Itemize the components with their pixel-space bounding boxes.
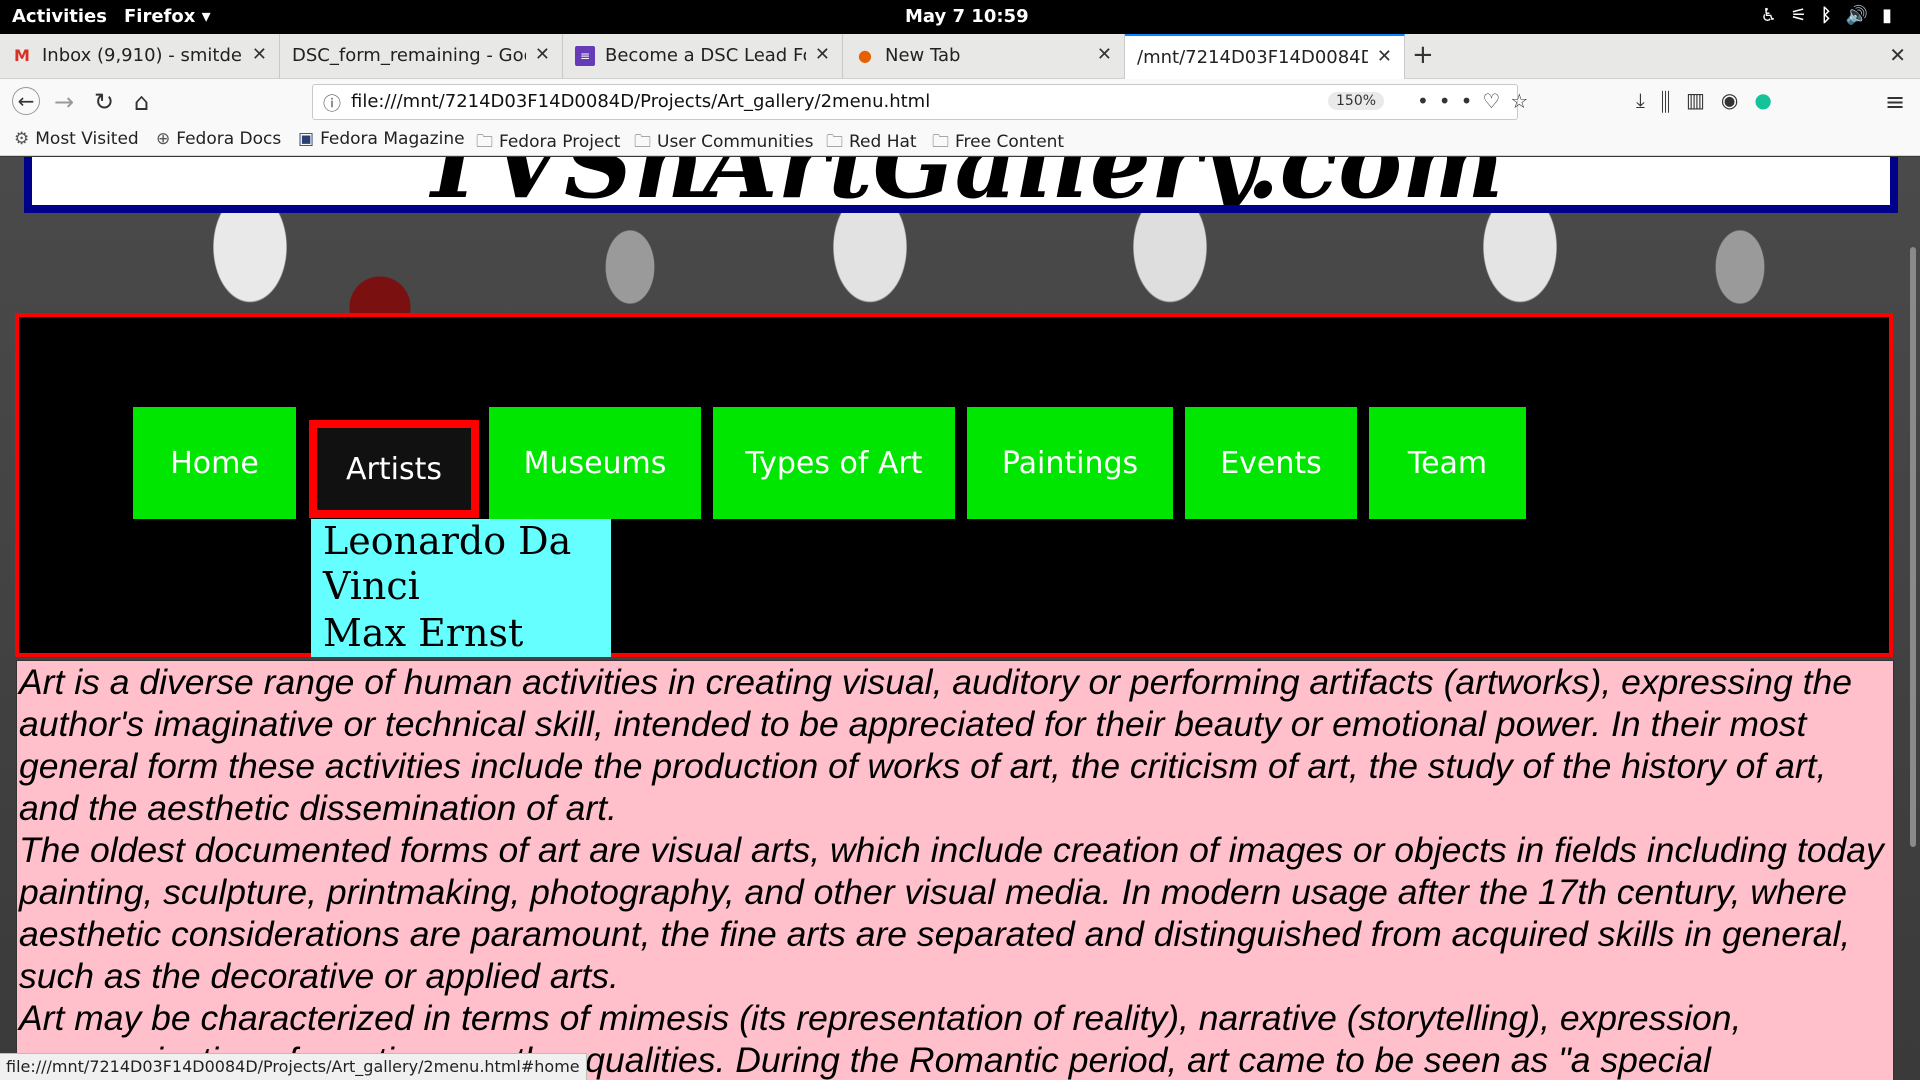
bluetooth-icon[interactable]: ᛒ (1821, 5, 1846, 26)
menu-events[interactable]: Events (1185, 407, 1357, 519)
clock[interactable]: May 7 10:59 (905, 6, 1029, 27)
content-section: Art is a diverse range of human activiti… (16, 660, 1894, 1080)
sidebar-icon[interactable]: ▥ (1686, 88, 1721, 112)
wifi-icon[interactable]: ⚟ (1791, 5, 1821, 26)
more-icon[interactable]: ••• (1417, 89, 1482, 113)
system-tray[interactable]: ♿⚟ᛒ🔊▮ (1761, 5, 1906, 26)
site-title: TVSnArtGallery.com (32, 157, 1890, 205)
volume-icon[interactable]: 🔊 (1846, 5, 1882, 26)
close-icon[interactable]: ✕ (252, 44, 267, 65)
status-link-preview: file:///mnt/7214D03F14D0084D/Projects/Ar… (0, 1053, 587, 1080)
close-icon[interactable]: ✕ (1097, 44, 1112, 65)
tab-label: Inbox (9,910) - smitdeshm (42, 45, 243, 66)
dropdown-item[interactable]: Leonardo Da Vinci (311, 519, 611, 609)
site-header-inner: TVSnArtGallery.com (32, 157, 1890, 205)
window-close-icon[interactable]: ✕ (1889, 43, 1906, 67)
new-tab-icon[interactable]: + (1412, 40, 1434, 70)
back-icon[interactable]: ← (12, 87, 40, 115)
pocket-icon[interactable]: ♡ (1482, 89, 1510, 113)
bookmark-free-content[interactable]: 🗀 Free Content (932, 129, 1064, 158)
folder-icon: 🗀 (634, 132, 651, 152)
bookmark-most-visited[interactable]: ⚙ Most Visited (14, 129, 139, 149)
activities-button[interactable]: Activities (12, 6, 107, 27)
menu-artists[interactable]: Artists (309, 420, 479, 518)
account-icon[interactable]: ◉ (1721, 88, 1754, 112)
site-header: TVSnArtGallery.com (24, 157, 1898, 213)
menu-team[interactable]: Team (1369, 407, 1526, 519)
page-viewport: TVSnArtGallery.com Home Artists Museums … (0, 157, 1920, 1080)
navigation-toolbar: ← → ↻ ⌂ ⓘ file:///mnt/7214D03F14D0084D/P… (0, 79, 1920, 124)
globe-icon: ⊕ (156, 129, 171, 149)
menu-paintings[interactable]: Paintings (967, 407, 1173, 519)
bookmark-fedora-project[interactable]: 🗀 Fedora Project (476, 129, 620, 158)
zoom-badge[interactable]: 150% (1328, 92, 1385, 110)
system-top-bar: Activities Firefox ▾ May 7 10:59 ♿⚟ᛒ🔊▮ (0, 0, 1920, 34)
bookmark-red-hat[interactable]: 🗀 Red Hat (826, 129, 917, 158)
paragraph: The oldest documented forms of art are v… (19, 830, 1884, 996)
hamburger-menu-icon[interactable]: ≡ (1885, 88, 1905, 116)
page-actions: •••♡☆ (1417, 89, 1538, 113)
gmail-icon: M (14, 46, 30, 65)
close-icon[interactable]: ✕ (815, 44, 830, 65)
tab-label: New Tab (885, 45, 961, 66)
url-bar[interactable]: ⓘ file:///mnt/7214D03F14D0084D/Projects/… (312, 84, 1528, 120)
library-icon[interactable]: ⫼ (1661, 88, 1686, 112)
tab-label: Become a DSC Lead Form (605, 45, 806, 66)
menu-museums[interactable]: Museums (489, 407, 701, 519)
tab-dsc-form[interactable]: DSC_form_remaining - Goog ✕ (280, 34, 563, 79)
folder-icon: 🗀 (826, 132, 843, 152)
bookmark-star-icon[interactable]: ☆ (1510, 89, 1538, 113)
close-icon[interactable]: ✕ (535, 44, 550, 65)
grammarly-icon[interactable]: ● (1754, 88, 1787, 112)
main-menu: Home Artists Museums Types of Art Painti… (15, 313, 1893, 657)
folder-icon: 🗀 (476, 132, 493, 152)
info-icon[interactable]: ⓘ (323, 90, 341, 116)
menu-types-of-art[interactable]: Types of Art (713, 407, 955, 519)
tab-label: DSC_form_remaining - Goog (292, 45, 526, 66)
tab-active-file[interactable]: /mnt/7214D03F14D0084D/P ✕ (1125, 34, 1405, 79)
gear-icon: ⚙ (14, 129, 30, 149)
paragraph: Art is a diverse range of human activiti… (19, 662, 1852, 828)
firefox-icon: ● (858, 46, 872, 65)
close-icon[interactable]: ✕ (1377, 46, 1392, 67)
tab-bar: M Inbox (9,910) - smitdeshm ✕ DSC_form_r… (0, 34, 1920, 79)
app-menu[interactable]: Firefox ▾ (124, 6, 211, 27)
tab-dsc-lead[interactable]: ≡ Become a DSC Lead Form ✕ (563, 34, 843, 79)
tab-new-tab[interactable]: ● New Tab ✕ (843, 34, 1125, 79)
dropdown-item[interactable]: Max Ernst (311, 611, 611, 656)
home-icon[interactable]: ⌂ (134, 88, 149, 116)
url-text[interactable]: file:///mnt/7214D03F14D0084D/Projects/Ar… (351, 91, 930, 112)
reload-icon[interactable]: ↻ (94, 88, 114, 116)
bookmarks-toolbar: ⚙ Most Visited ⊕ Fedora Docs ▣ Fedora Magaz… (0, 124, 1920, 156)
tab-inbox[interactable]: M Inbox (9,910) - smitdeshm ✕ (0, 34, 280, 79)
scrollbar[interactable] (1906, 157, 1920, 1080)
bookmark-fedora-magazine[interactable]: ▣ Fedora Magazine (298, 129, 465, 149)
toolbar-right: ⤓⫼▥◉● (1636, 88, 1788, 112)
download-icon[interactable]: ⤓ (1636, 88, 1661, 112)
tab-label: /mnt/7214D03F14D0084D/P (1137, 47, 1368, 68)
fedora-magazine-icon: ▣ (298, 129, 315, 149)
artists-dropdown: Leonardo Da Vinci Max Ernst (311, 519, 611, 657)
folder-icon: 🗀 (932, 132, 949, 152)
forward-icon[interactable]: → (54, 88, 74, 116)
menu-home[interactable]: Home (133, 407, 296, 519)
forms-icon: ≡ (575, 46, 595, 66)
accessibility-icon[interactable]: ♿ (1761, 5, 1791, 26)
bookmark-user-communities[interactable]: 🗀 User Communities (634, 129, 814, 158)
bookmark-fedora-docs[interactable]: ⊕ Fedora Docs (156, 129, 281, 149)
battery-icon[interactable]: ▮ (1882, 5, 1906, 26)
scrollbar-thumb[interactable] (1910, 247, 1916, 847)
